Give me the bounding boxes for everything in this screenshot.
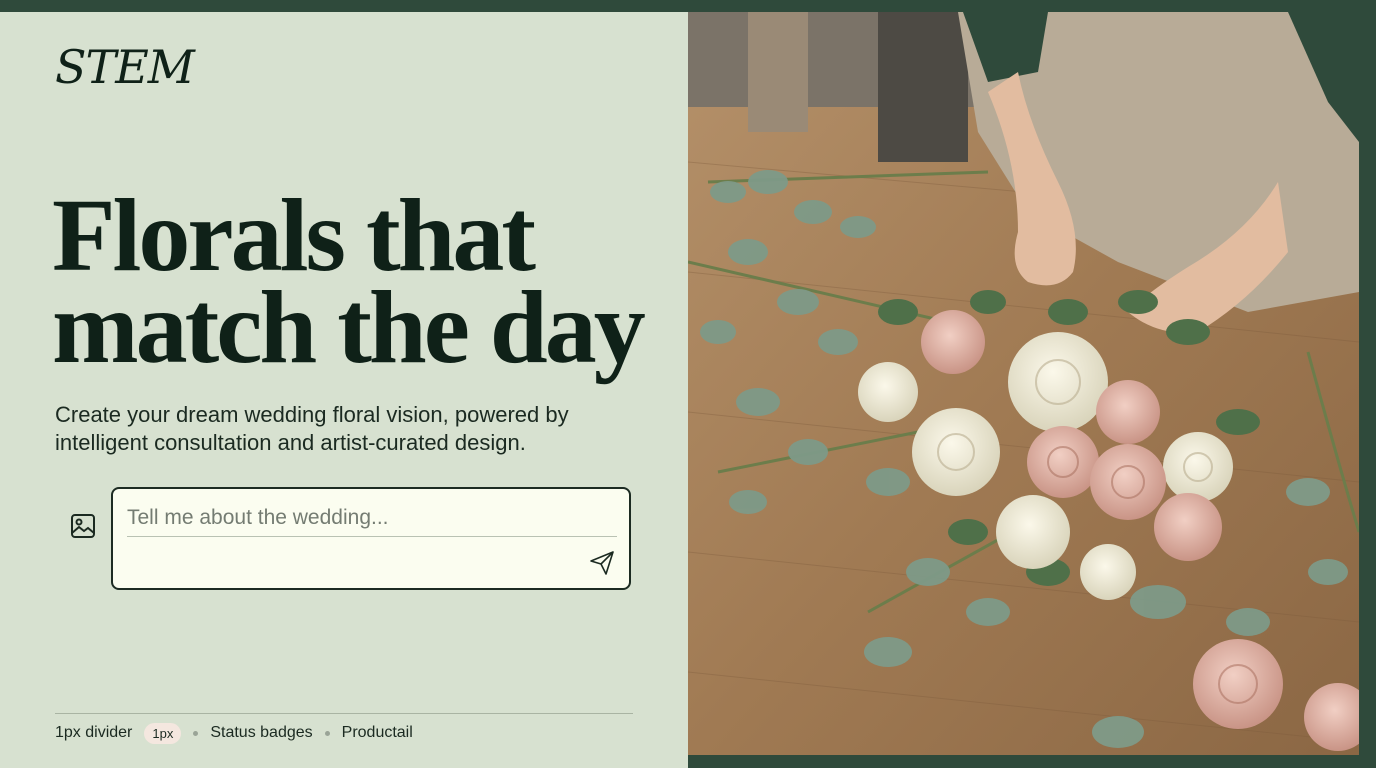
footer-divider [55,713,633,714]
hero-subtext: Create your dream wedding floral vision,… [55,402,569,455]
image-upload-button[interactable] [69,512,97,540]
footer-meta: 1px divider 1px Status badges Productail [55,720,413,746]
headline-line-1: Florals that [52,178,536,293]
florist-arranging-roses-photo [688,12,1359,755]
footer-item-status-badges: Status badges [210,724,313,741]
hero-headline: Florals that match the day [52,178,672,385]
send-button[interactable] [589,550,615,576]
brand-logo[interactable]: STEM [55,40,195,94]
hero-panel: STEM Florals that match the day Create y… [0,12,688,768]
hero-image [688,12,1359,755]
message-composer [111,487,631,590]
separator-dot [324,730,330,736]
footer-item-productail: Productail [341,724,413,741]
image-icon [71,514,95,538]
footer-item-divider: 1px divider [55,724,133,741]
wedding-description-input[interactable] [127,499,617,537]
headline-line-2: match the day [52,270,646,385]
send-icon [590,551,614,575]
status-badge: 1px [144,722,182,744]
separator-dot [193,730,199,736]
